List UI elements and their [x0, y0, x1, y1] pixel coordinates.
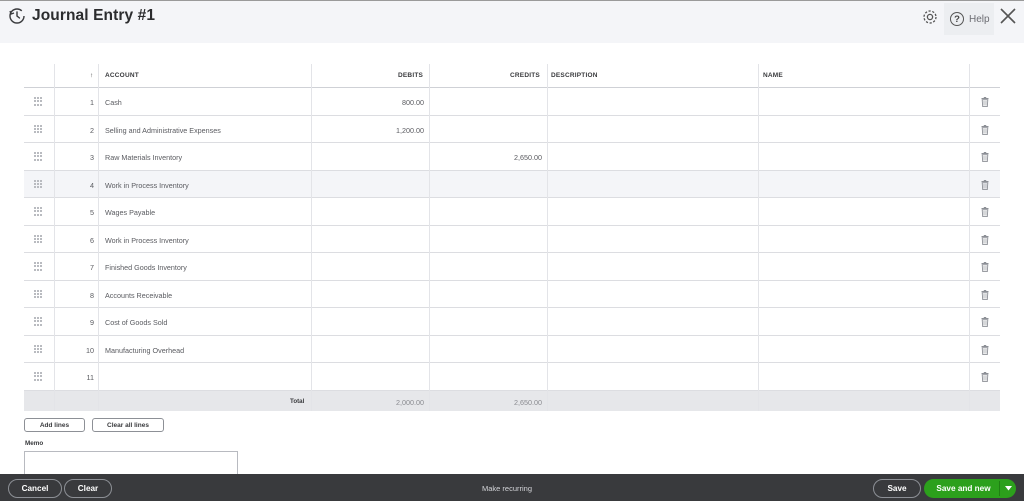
- account-cell[interactable]: Finished Goods Inventory: [105, 263, 345, 272]
- trash-icon[interactable]: [981, 207, 989, 217]
- make-recurring-link[interactable]: Make recurring: [482, 484, 532, 493]
- column-name[interactable]: NAME: [763, 72, 783, 79]
- help-icon: ?: [950, 12, 964, 26]
- trash-icon[interactable]: [981, 344, 989, 355]
- account-cell[interactable]: Manufacturing Overhead: [105, 346, 345, 355]
- column-divider: [311, 64, 312, 411]
- line-number: 10: [86, 345, 94, 355]
- debit-cell[interactable]: 800.00: [354, 98, 424, 107]
- column-credits[interactable]: CREDITS: [510, 72, 540, 79]
- line-number: 7: [90, 263, 94, 272]
- title-area: Journal Entry #1: [8, 7, 155, 25]
- account-cell[interactable]: Cost of Goods Sold: [105, 318, 345, 327]
- trash-icon[interactable]: [981, 317, 989, 327]
- add-lines-button[interactable]: Add lines: [24, 418, 85, 432]
- table-row[interactable]: 11: [24, 363, 1000, 391]
- drag-handle-icon[interactable]: [34, 262, 42, 271]
- top-bar: Journal Entry #1 ? Help: [0, 0, 1024, 43]
- clear-button[interactable]: Clear: [64, 479, 112, 498]
- account-cell[interactable]: Selling and Administrative Expenses: [105, 126, 345, 135]
- table-row[interactable]: 6 Work in Process Inventory: [24, 226, 1000, 253]
- table-row[interactable]: 10 Manufacturing Overhead: [24, 336, 1000, 363]
- column-divider: [758, 64, 759, 411]
- help-label: Help: [969, 13, 990, 25]
- history-icon[interactable]: [8, 7, 26, 25]
- account-cell[interactable]: Cash: [105, 98, 345, 107]
- table-row[interactable]: 3 Raw Materials Inventory 2,650.00: [24, 143, 1000, 171]
- drag-handle-icon[interactable]: [34, 289, 42, 299]
- drag-handle-icon[interactable]: [34, 97, 42, 106]
- drag-handle-icon[interactable]: [34, 372, 42, 381]
- table-row[interactable]: 4 Work in Process Inventory: [24, 170, 1000, 198]
- column-divider: [969, 64, 970, 411]
- line-number: 5: [90, 208, 94, 217]
- line-number: 4: [90, 180, 94, 190]
- close-icon[interactable]: [999, 7, 1017, 25]
- debit-cell[interactable]: 1,200.00: [354, 126, 424, 135]
- caret-down-icon[interactable]: [1000, 486, 1016, 491]
- gear-icon[interactable]: [921, 8, 939, 26]
- credit-cell[interactable]: 2,650.00: [472, 153, 542, 162]
- line-number: 9: [90, 318, 94, 327]
- table-row[interactable]: 1 Cash 800.00: [24, 88, 1000, 116]
- trash-icon[interactable]: [981, 234, 989, 245]
- table-header: ↑ ACCOUNT DEBITS CREDITS DESCRIPTION NAM…: [24, 64, 1000, 88]
- cancel-button[interactable]: Cancel: [8, 479, 62, 498]
- account-cell[interactable]: Work in Process Inventory: [105, 236, 345, 245]
- drag-handle-icon[interactable]: [34, 124, 42, 134]
- sort-icon[interactable]: ↑: [90, 72, 93, 79]
- help-button[interactable]: ? Help: [944, 3, 994, 35]
- memo-label: Memo: [25, 440, 44, 447]
- drag-handle-icon[interactable]: [34, 317, 42, 326]
- account-cell[interactable]: Raw Materials Inventory: [105, 153, 345, 162]
- save-and-new-label: Save and new: [936, 484, 991, 493]
- journal-lines-table: ↑ ACCOUNT DEBITS CREDITS DESCRIPTION NAM…: [24, 64, 1000, 411]
- line-number: 6: [90, 235, 94, 245]
- trash-icon[interactable]: [981, 124, 989, 135]
- trash-icon[interactable]: [981, 289, 989, 300]
- table-row[interactable]: 7 Finished Goods Inventory: [24, 253, 1000, 281]
- column-description[interactable]: DESCRIPTION: [551, 72, 598, 79]
- total-row: Total 2,000.00 2,650.00: [24, 390, 1000, 411]
- total-debits: 2,000.00: [396, 397, 424, 407]
- save-and-new-button[interactable]: Save and new: [924, 479, 1016, 498]
- account-cell[interactable]: Work in Process Inventory: [105, 181, 345, 190]
- table-row[interactable]: 9 Cost of Goods Sold: [24, 308, 1000, 336]
- trash-icon[interactable]: [981, 179, 989, 190]
- drag-handle-icon[interactable]: [34, 152, 42, 161]
- line-number: 1: [90, 98, 94, 107]
- trash-icon[interactable]: [981, 97, 989, 107]
- column-account[interactable]: ACCOUNT: [105, 72, 139, 79]
- page-title: Journal Entry #1: [32, 7, 156, 24]
- line-number: 11: [86, 373, 94, 382]
- trash-icon[interactable]: [981, 372, 989, 382]
- table-row[interactable]: 8 Accounts Receivable: [24, 281, 1000, 308]
- column-divider: [98, 64, 99, 411]
- column-divider: [54, 64, 55, 411]
- save-button[interactable]: Save: [873, 479, 921, 498]
- table-row[interactable]: 5 Wages Payable: [24, 198, 1000, 226]
- drag-handle-icon[interactable]: [34, 344, 42, 354]
- trash-icon[interactable]: [981, 262, 989, 272]
- drag-handle-icon[interactable]: [34, 234, 42, 244]
- column-divider: [429, 64, 430, 411]
- account-cell[interactable]: Accounts Receivable: [105, 291, 345, 300]
- line-number: 3: [90, 153, 94, 162]
- column-divider: [547, 64, 548, 411]
- line-number: 2: [90, 125, 94, 135]
- table-row[interactable]: 2 Selling and Administrative Expenses 1,20…: [24, 116, 1000, 143]
- account-cell[interactable]: Wages Payable: [105, 208, 345, 217]
- footer-bar: Cancel Clear Make recurring Save Save an…: [0, 474, 1024, 501]
- line-number: 8: [90, 290, 94, 300]
- drag-handle-icon[interactable]: [34, 179, 42, 189]
- clear-all-lines-button[interactable]: Clear all lines: [92, 418, 164, 432]
- drag-handle-icon[interactable]: [34, 207, 42, 216]
- table-body: 1 Cash 800.00 2 Selling and Administrative E…: [24, 88, 1000, 391]
- trash-icon[interactable]: [981, 152, 989, 162]
- total-label: Total: [290, 397, 305, 405]
- column-debits[interactable]: DEBITS: [398, 72, 423, 79]
- total-credits: 2,650.00: [514, 397, 542, 407]
